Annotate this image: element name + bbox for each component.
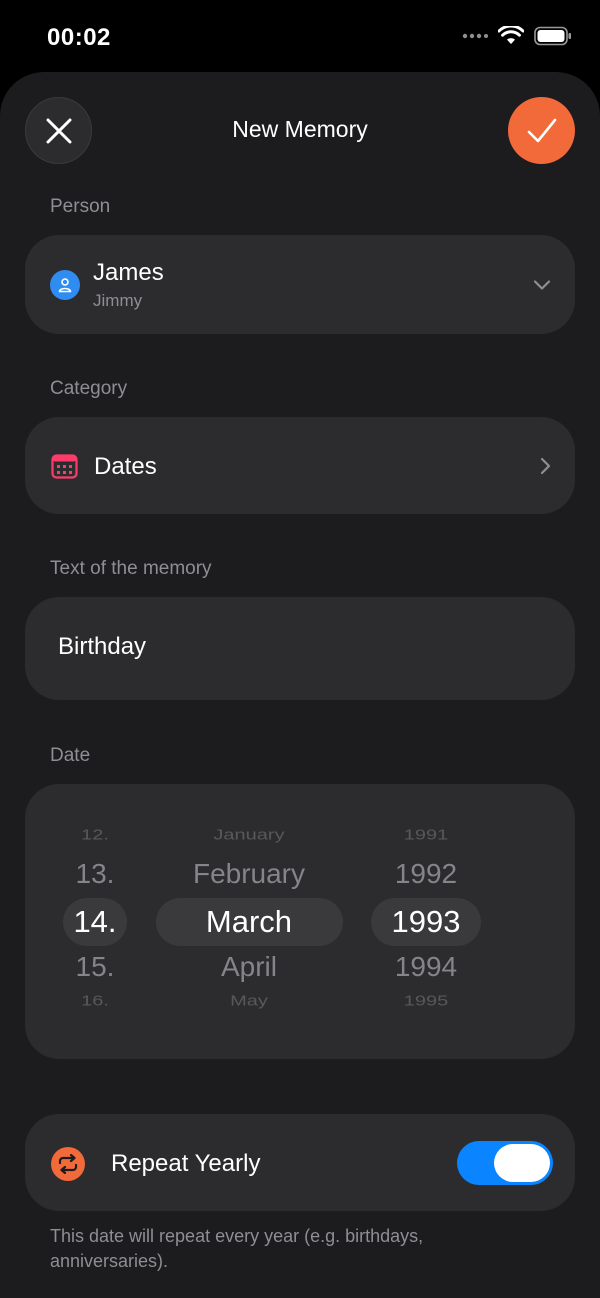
person-icon (58, 278, 72, 293)
year-option[interactable]: 1995 (366, 993, 486, 1010)
day-option[interactable]: 15. (45, 951, 145, 983)
memory-text-section-label: Text of the memory (50, 558, 212, 579)
year-option[interactable]: 1992 (366, 858, 486, 890)
month-wheel[interactable]: January February March April May (149, 784, 349, 1059)
save-button[interactable] (508, 97, 575, 164)
chevron-down-icon (533, 279, 551, 290)
month-option[interactable]: May (149, 993, 349, 1010)
day-wheel[interactable]: 12. 13. 14. 15. 16. (45, 784, 145, 1059)
calendar-icon (51, 454, 78, 479)
day-option[interactable]: 13. (45, 858, 145, 890)
repeat-yearly-label: Repeat Yearly (111, 1150, 261, 1177)
person-section-label: Person (50, 196, 111, 217)
memory-text-field[interactable]: Birthday (25, 597, 575, 700)
sheet-header: New Memory (0, 72, 600, 192)
person-selector[interactable]: James Jimmy (25, 235, 575, 334)
date-section-label: Date (50, 745, 91, 766)
person-avatar (50, 270, 80, 300)
battery-icon (534, 26, 571, 46)
category-section-label: Category (50, 378, 128, 399)
year-option[interactable]: 1991 (366, 827, 486, 844)
repeat-yearly-toggle[interactable] (457, 1141, 553, 1185)
repeat-yearly-footnote: This date will repeat every year (e.g. b… (50, 1226, 424, 1271)
date-picker: 12. 13. 14. 15. 16. January February Mar… (25, 784, 575, 1059)
status-time: 00:02 (47, 24, 111, 51)
category-selector[interactable]: Dates (25, 417, 575, 514)
status-bar: 00:02 (0, 0, 600, 72)
wifi-icon (498, 26, 524, 44)
month-option[interactable]: February (149, 858, 349, 890)
repeat-yearly-row: Repeat Yearly (25, 1114, 575, 1211)
repeat-icon (51, 1147, 85, 1181)
toggle-knob (494, 1144, 550, 1182)
checkmark-icon (527, 118, 556, 142)
status-icons (462, 26, 572, 46)
year-wheel[interactable]: 1991 1992 1993 1994 1995 (366, 784, 486, 1059)
month-option[interactable]: January (149, 827, 349, 844)
chevron-right-icon (540, 457, 551, 474)
category-value: Dates (94, 453, 157, 480)
day-option-selected[interactable]: 14. (45, 904, 145, 940)
repeat-arrows-icon (58, 1154, 78, 1174)
year-option[interactable]: 1994 (366, 951, 486, 983)
person-nickname: Jimmy (93, 291, 143, 310)
cellular-signal-icon (462, 33, 488, 39)
new-memory-sheet: New Memory Person James Jimmy Category D… (0, 72, 600, 1298)
memory-text-value: Birthday (58, 633, 147, 660)
person-name: James (93, 259, 164, 286)
day-option[interactable]: 16. (45, 993, 145, 1010)
day-option[interactable]: 12. (45, 827, 145, 844)
month-option-selected[interactable]: March (149, 904, 349, 940)
year-option-selected[interactable]: 1993 (366, 904, 486, 940)
month-option[interactable]: April (149, 951, 349, 983)
